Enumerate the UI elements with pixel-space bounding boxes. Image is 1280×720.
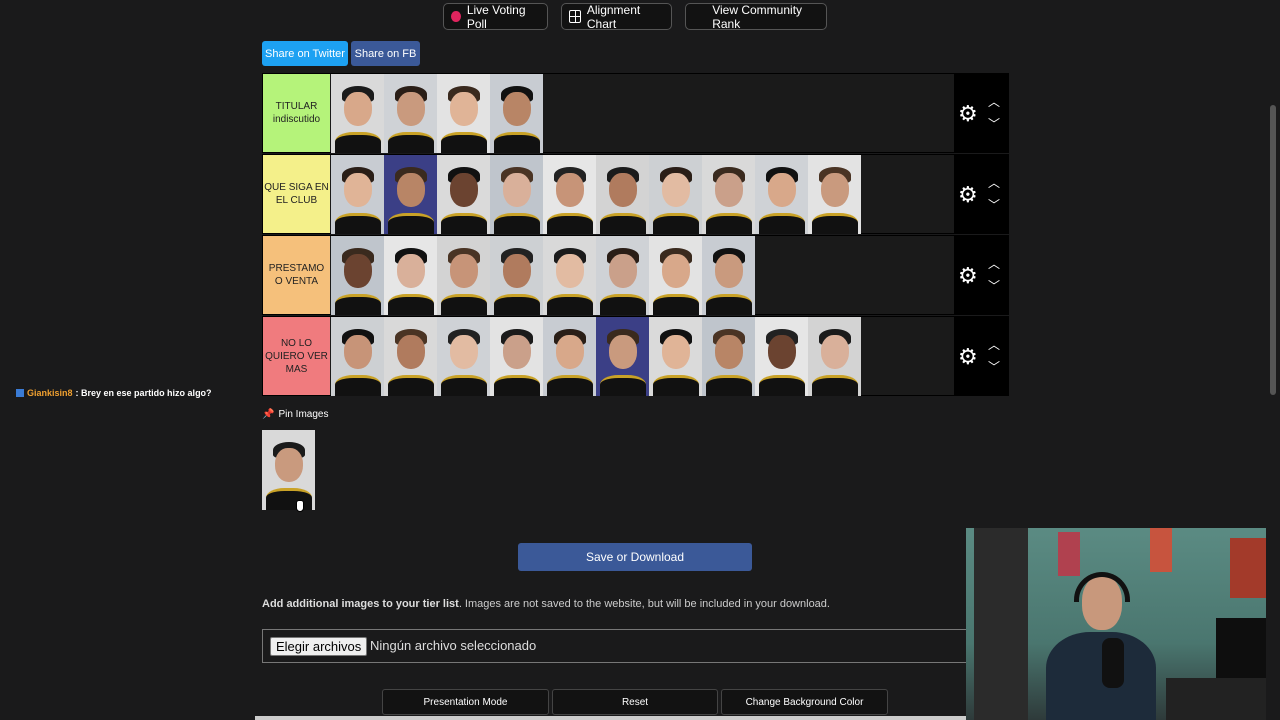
file-status-text: Ningún archivo seleccionado: [370, 638, 537, 653]
player-image[interactable]: [331, 317, 384, 396]
tier-items: [331, 74, 543, 153]
tier-label[interactable]: PRESTAMO O VENTA: [263, 236, 330, 314]
file-input[interactable]: Elegir archivos Ningún archivo seleccion…: [262, 629, 982, 663]
tier-items: [331, 155, 861, 234]
player-image[interactable]: [702, 317, 755, 396]
player-image[interactable]: [331, 74, 384, 153]
tier-row: TITULAR indiscutido ⚙ ︿ ﹀: [262, 73, 1009, 153]
player-image[interactable]: [702, 236, 755, 315]
player-image[interactable]: [649, 155, 702, 234]
player-image[interactable]: [543, 236, 596, 315]
mouse-cursor-icon: [296, 500, 304, 512]
player-image[interactable]: [437, 74, 490, 153]
chat-text: : Brey en ese partido hizo algo?: [75, 388, 212, 398]
alignment-chart-button[interactable]: Alignment Chart: [561, 2, 672, 31]
tier-controls: ⚙ ︿ ﹀: [954, 236, 1008, 314]
share-fb-button[interactable]: Share on FB: [351, 41, 420, 66]
choose-files-button[interactable]: Elegir archivos: [270, 637, 368, 656]
player-image[interactable]: [331, 236, 384, 315]
save-download-button[interactable]: Save or Download: [518, 543, 752, 571]
pin-images-text: Pin Images: [278, 409, 329, 420]
player-image[interactable]: [331, 155, 384, 234]
pin-icon: 📌: [262, 409, 275, 420]
player-image[interactable]: [596, 317, 649, 396]
live-voting-poll-label: Live Voting Poll: [466, 2, 526, 31]
player-image[interactable]: [755, 155, 808, 234]
player-image[interactable]: [384, 236, 437, 315]
chat-message: Giankisin8 : Brey en ese partido hizo al…: [16, 388, 212, 398]
add-images-rest: . Images are not saved to the website, b…: [458, 598, 830, 610]
player-image[interactable]: [649, 236, 702, 315]
tier-items: [331, 317, 861, 396]
change-background-color-button[interactable]: Change Background Color: [721, 689, 888, 715]
view-community-rank-label: View Community Rank: [712, 2, 803, 31]
pinned-player-image[interactable]: [262, 430, 315, 510]
tier-controls: ⚙ ︿ ﹀: [954, 155, 1008, 233]
chevron-down-icon[interactable]: ﹀: [988, 199, 1000, 211]
pin-images-label: 📌 Pin Images: [262, 409, 328, 420]
share-twitter-button[interactable]: Share on Twitter: [262, 41, 348, 66]
player-image[interactable]: [808, 155, 861, 234]
chevron-up-icon[interactable]: ︿: [988, 96, 1000, 108]
player-image[interactable]: [596, 155, 649, 234]
player-image[interactable]: [437, 155, 490, 234]
gear-icon[interactable]: ⚙: [958, 265, 978, 287]
reset-button[interactable]: Reset: [552, 689, 718, 715]
tier-row: PRESTAMO O VENTA ⚙ ︿ ﹀: [262, 235, 1009, 315]
chevron-up-icon[interactable]: ︿: [988, 339, 1000, 351]
grid-icon: [569, 10, 581, 23]
chevron-down-icon[interactable]: ﹀: [988, 361, 1000, 373]
tier-row: NO LO QUIERO VER MAS ⚙ ︿ ﹀: [262, 316, 1009, 396]
chevron-up-icon[interactable]: ︿: [988, 177, 1000, 189]
player-image[interactable]: [702, 155, 755, 234]
player-image[interactable]: [384, 317, 437, 396]
chat-badge-icon: [16, 389, 24, 397]
player-image[interactable]: [649, 317, 702, 396]
gear-icon[interactable]: ⚙: [958, 103, 978, 125]
player-image[interactable]: [808, 317, 861, 396]
gear-icon[interactable]: ⚙: [958, 184, 978, 206]
presentation-mode-button[interactable]: Presentation Mode: [382, 689, 549, 715]
player-image[interactable]: [543, 155, 596, 234]
player-image[interactable]: [490, 74, 543, 153]
player-image[interactable]: [490, 317, 543, 396]
player-image[interactable]: [437, 236, 490, 315]
player-image[interactable]: [490, 155, 543, 234]
player-image[interactable]: [384, 74, 437, 153]
bottom-divider: [255, 716, 966, 720]
record-dot-icon: [451, 11, 461, 22]
chevron-down-icon[interactable]: ﹀: [988, 118, 1000, 130]
page-root: Live Voting Poll Alignment Chart View Co…: [0, 0, 1280, 720]
webcam-overlay: [966, 528, 1280, 720]
rank-grid-icon: [693, 9, 706, 24]
scrollbar[interactable]: [1266, 0, 1280, 720]
scrollbar-thumb[interactable]: [1270, 105, 1276, 395]
tier-items: [331, 236, 755, 315]
tier-controls: ⚙ ︿ ﹀: [954, 74, 1008, 152]
player-image[interactable]: [755, 317, 808, 396]
add-images-bold: Add additional images to your tier list: [262, 598, 459, 610]
add-images-text: Add additional images to your tier list.…: [262, 598, 830, 610]
alignment-chart-label: Alignment Chart: [586, 2, 641, 31]
player-image[interactable]: [384, 155, 437, 234]
tier-label[interactable]: QUE SIGA EN EL CLUB: [263, 155, 330, 233]
player-image[interactable]: [596, 236, 649, 315]
tier-row: QUE SIGA EN EL CLUB ⚙ ︿ ﹀: [262, 154, 1009, 234]
player-image[interactable]: [490, 236, 543, 315]
tier-controls: ⚙ ︿ ﹀: [954, 317, 1008, 395]
tier-label[interactable]: NO LO QUIERO VER MAS: [263, 317, 330, 395]
view-community-rank-button[interactable]: View Community Rank: [685, 2, 827, 31]
live-voting-poll-button[interactable]: Live Voting Poll: [443, 2, 548, 31]
player-image[interactable]: [437, 317, 490, 396]
gear-icon[interactable]: ⚙: [958, 346, 978, 368]
chevron-up-icon[interactable]: ︿: [988, 258, 1000, 270]
player-image[interactable]: [543, 317, 596, 396]
tier-label[interactable]: TITULAR indiscutido: [263, 74, 330, 152]
chat-username: Giankisin8: [27, 388, 73, 398]
chevron-down-icon[interactable]: ﹀: [988, 280, 1000, 292]
